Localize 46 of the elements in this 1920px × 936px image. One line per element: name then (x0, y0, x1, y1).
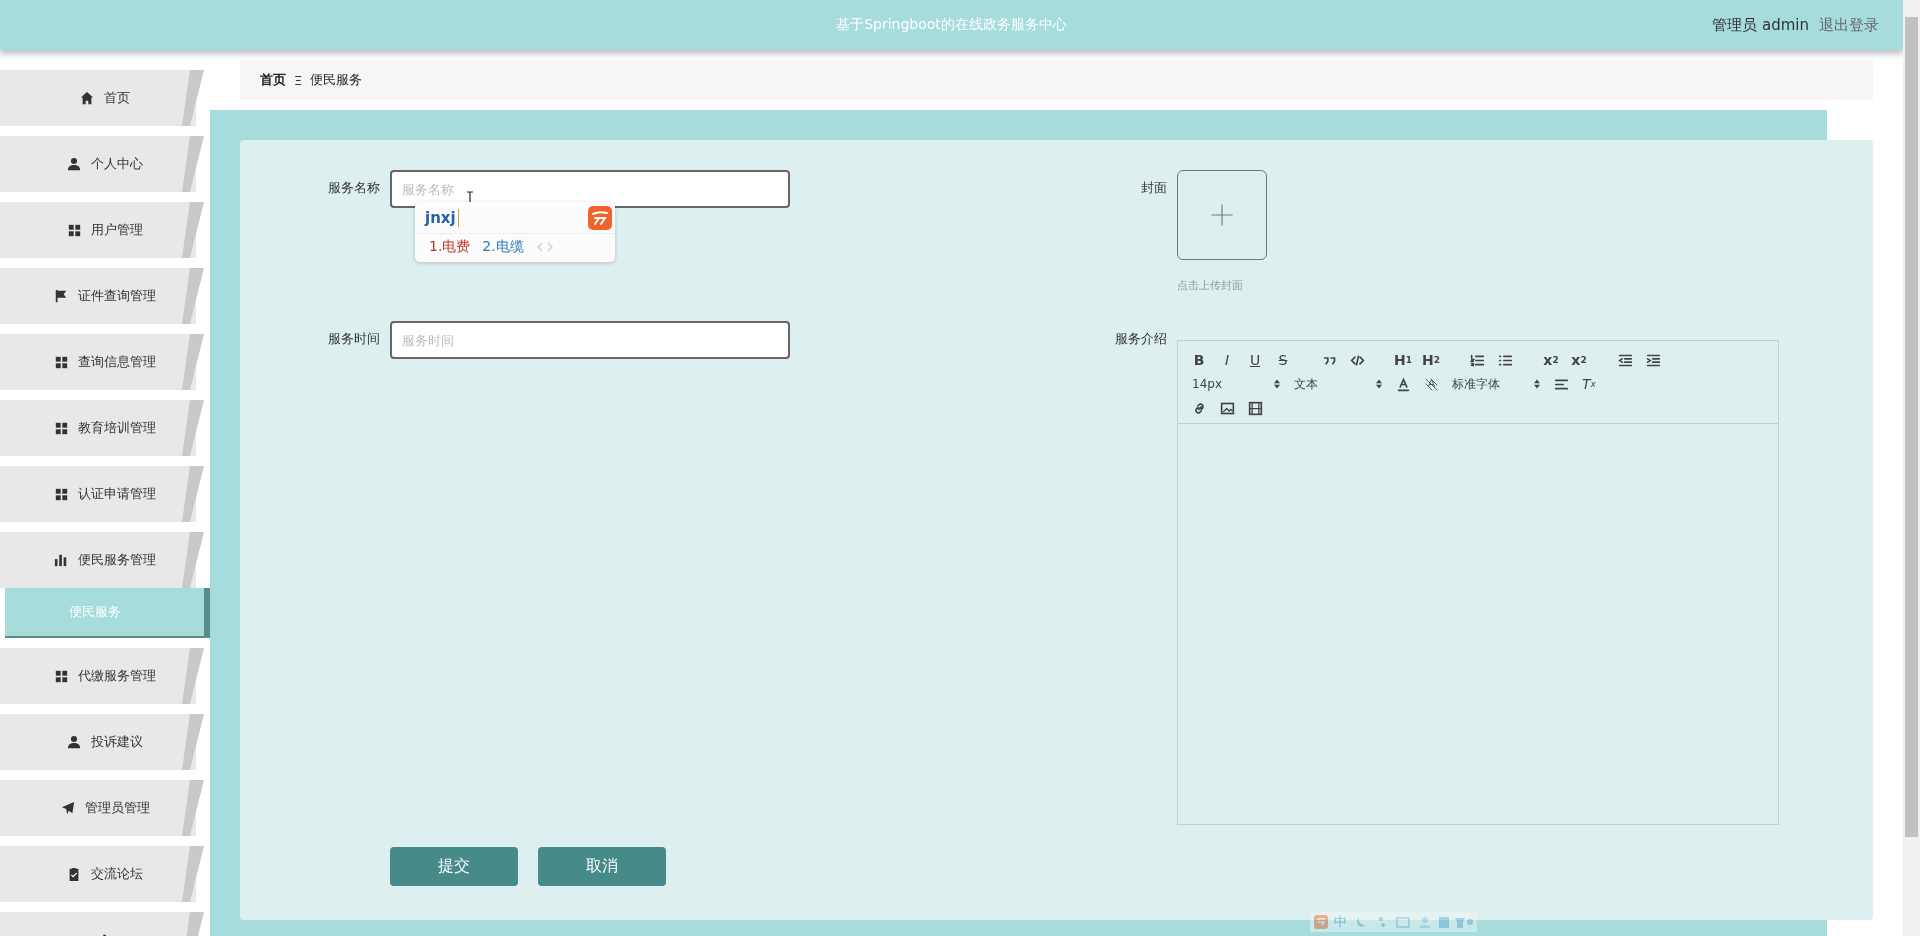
ime-candidate[interactable]: 2.电缆 (482, 238, 524, 256)
plus-icon (1210, 203, 1234, 227)
user-icon (67, 157, 81, 171)
home-icon (80, 91, 94, 105)
input-field[interactable]: 服务时间 (390, 321, 790, 359)
grid-icon (54, 669, 68, 683)
grid-icon (54, 421, 68, 435)
format-button[interactable]: U (1244, 349, 1266, 371)
format-button[interactable]: B (1188, 349, 1210, 371)
updown-arrow-icon (1534, 379, 1540, 389)
format-button[interactable]: I (1216, 349, 1238, 371)
grid-icon (54, 355, 68, 369)
dropdown[interactable]: 标准字体 (1448, 373, 1544, 395)
field-label: 封面 (1140, 179, 1167, 197)
clipboard-icon (67, 867, 81, 881)
flag-icon (54, 289, 68, 303)
user-name: 管理员 admin (1712, 15, 1809, 35)
bar-chart-icon (54, 553, 68, 567)
submit-button[interactable]: 提交 (390, 847, 518, 886)
input-field[interactable]: 服务名称 (390, 170, 790, 208)
ime-logo-icon (1314, 915, 1328, 929)
grid-icon (67, 223, 81, 237)
breadcrumb-current: 便民服务 (310, 71, 363, 89)
updown-arrow-icon (1274, 379, 1280, 389)
breadcrumb-link[interactable]: 首页 (260, 71, 286, 89)
dropdown[interactable]: 文本 (1290, 373, 1386, 395)
upload-hint: 点击上传封面 (1177, 278, 1244, 293)
logout-link[interactable]: 退出登录 (1819, 15, 1879, 35)
ime-candidate[interactable]: 1.电费 (429, 238, 471, 256)
app-title: 基于Springboot的在线政务服务中心 (836, 16, 1067, 34)
breadcrumb-separator: Ξ (294, 72, 303, 88)
format-button[interactable]: S (1272, 349, 1294, 371)
ime-composition: jnxj (425, 209, 459, 227)
updown-arrow-icon (1376, 379, 1382, 389)
dropdown[interactable]: 14px (1188, 373, 1284, 395)
cancel-button[interactable]: 取消 (538, 847, 666, 886)
ime-logo-icon (588, 206, 612, 230)
user-icon (67, 735, 81, 749)
field-label: 服务时间 (327, 330, 380, 348)
upload-box[interactable] (1177, 170, 1267, 260)
grid-icon (54, 487, 68, 501)
format-button[interactable]: x$^{2}$ (1568, 349, 1590, 371)
paper-plane-icon (60, 801, 75, 815)
field-label: 服务介绍 (1114, 330, 1167, 348)
scrollbar[interactable] (1903, 0, 1920, 936)
field-label: 服务名称 (327, 179, 380, 197)
